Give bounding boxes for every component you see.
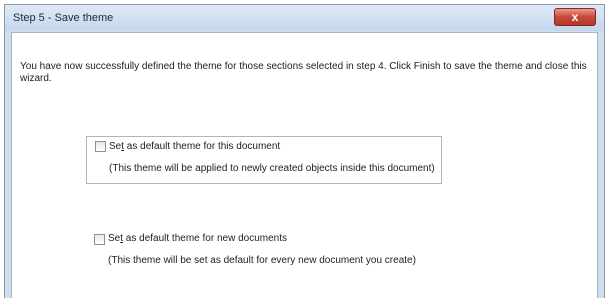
label-prefix: Se [108,233,121,244]
dialog-content: You have now successfully defined the th… [11,32,598,298]
default-theme-new-documents-label[interactable]: Set as default theme for new documents [108,233,287,244]
default-theme-new-documents-checkbox[interactable] [94,234,105,245]
default-theme-this-document-checkbox[interactable] [95,141,106,152]
default-theme-new-documents-description: (This theme will be set as default for e… [108,255,416,266]
default-theme-this-document-description: (This theme will be applied to newly cre… [109,163,435,174]
close-icon: x [571,10,579,24]
default-theme-this-document-label[interactable]: Set as default theme for this document [109,141,280,152]
window-title: Step 5 - Save theme [13,12,114,24]
option-group-this-document: Set as default theme for this document (… [86,136,442,184]
label-rest: as default theme for new documents [123,233,287,244]
label-rest: as default theme for this document [124,141,281,152]
intro-text: You have now successfully defined the th… [20,61,587,84]
option-group-new-documents: Set as default theme for new documents (… [86,229,442,277]
wizard-dialog: Step 5 - Save theme x You have now succe… [4,4,605,298]
title-bar[interactable]: Step 5 - Save theme x [5,5,604,31]
close-button[interactable]: x [554,8,596,26]
label-prefix: Se [109,141,122,152]
